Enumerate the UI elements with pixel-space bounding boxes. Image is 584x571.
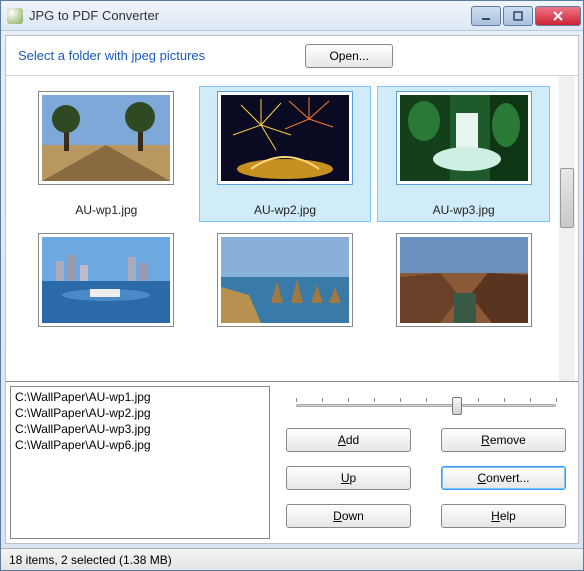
thumbnail-item[interactable]: AU-wp3.jpg [377,86,550,222]
thumbnail-caption: AU-wp1.jpg [75,203,137,217]
slider-thumb[interactable] [452,397,462,415]
status-bar: 18 items, 2 selected (1.38 MB) [1,548,583,570]
open-button[interactable]: Open... [305,44,393,68]
list-item[interactable]: C:\WallPaper\AU-wp1.jpg [15,389,265,405]
thumbnail-grid: AU-wp1.jpg [6,76,578,360]
list-item[interactable]: C:\WallPaper\AU-wp6.jpg [15,437,265,453]
file-list[interactable]: C:\WallPaper\AU-wp1.jpg C:\WallPaper\AU-… [10,386,270,539]
titlebar[interactable]: JPG to PDF Converter [1,1,583,31]
thumbnail-pane: AU-wp1.jpg [6,76,578,381]
zoom-slider-row [286,390,566,420]
thumbnail-item[interactable]: AU-wp2.jpg [199,86,372,222]
maximize-button[interactable] [503,6,533,26]
thumbnail-item[interactable] [377,228,550,350]
thumbnail-image [38,233,174,327]
minimize-button[interactable] [471,6,501,26]
slider-track [296,404,556,407]
toolbar: Select a folder with jpeg pictures Open.… [6,36,578,76]
remove-button[interactable]: Remove [441,428,566,452]
scrollbar-thumb[interactable] [560,168,574,228]
action-buttons: Add Remove Up Convert... Down Help [286,428,566,532]
add-button[interactable]: Add [286,428,411,452]
thumbnail-caption: AU-wp2.jpg [254,203,316,217]
controls-panel: Add Remove Up Convert... Down Help [274,382,578,543]
thumbnail-image [396,91,532,185]
window-controls [471,6,581,26]
zoom-slider[interactable] [296,395,556,415]
help-button[interactable]: Help [441,504,566,528]
client-area: Select a folder with jpeg pictures Open.… [5,35,579,544]
thumbnail-image [396,233,532,327]
thumbnail-image [217,233,353,327]
window-title: JPG to PDF Converter [29,8,471,23]
thumbnail-item[interactable] [199,228,372,350]
close-button[interactable] [535,6,581,26]
thumbnail-caption: AU-wp3.jpg [433,203,495,217]
thumbnail-scrollbar[interactable] [559,76,575,381]
thumbnail-item[interactable] [20,228,193,350]
list-item[interactable]: C:\WallPaper\AU-wp3.jpg [15,421,265,437]
app-window: JPG to PDF Converter Select a folder wit… [0,0,584,571]
folder-prompt: Select a folder with jpeg pictures [18,48,205,63]
status-text: 18 items, 2 selected (1.38 MB) [9,553,172,567]
list-item[interactable]: C:\WallPaper\AU-wp2.jpg [15,405,265,421]
down-button[interactable]: Down [286,504,411,528]
convert-button[interactable]: Convert... [441,466,566,490]
up-button[interactable]: Up [286,466,411,490]
thumbnail-image [38,91,174,185]
bottom-panel: C:\WallPaper\AU-wp1.jpg C:\WallPaper\AU-… [6,381,578,543]
thumbnail-item[interactable]: AU-wp1.jpg [20,86,193,222]
app-icon [7,8,23,24]
thumbnail-image [217,91,353,185]
